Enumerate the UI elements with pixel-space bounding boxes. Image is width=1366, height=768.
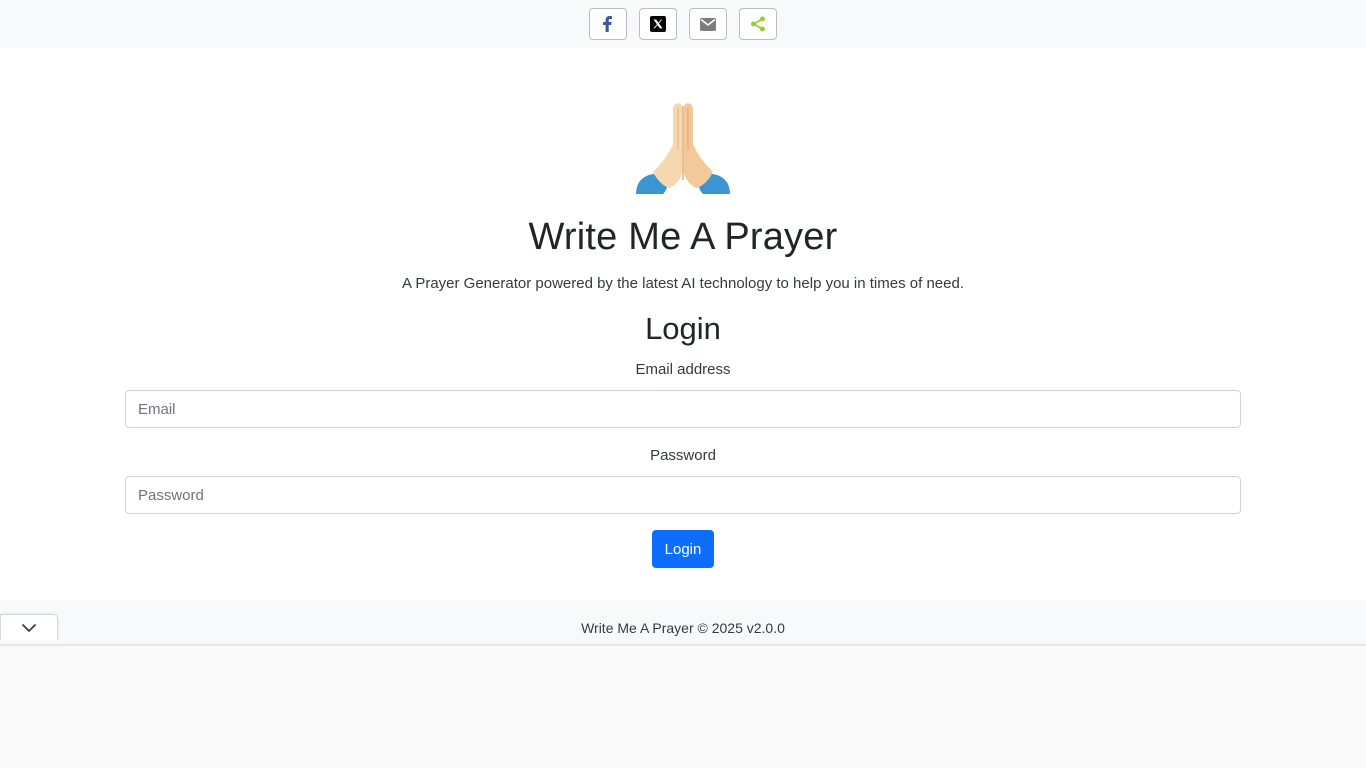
login-heading: Login bbox=[645, 311, 721, 346]
footer-copyright: Write Me A Prayer © 2025 v2.0.0 bbox=[581, 620, 785, 636]
facebook-icon bbox=[603, 16, 612, 32]
x-icon bbox=[650, 16, 666, 32]
email-share-button[interactable] bbox=[689, 8, 727, 40]
generic-share-button[interactable] bbox=[739, 8, 777, 40]
email-icon bbox=[700, 17, 716, 31]
footer: Write Me A Prayer © 2025 v2.0.0 bbox=[0, 600, 1366, 646]
email-input[interactable] bbox=[125, 390, 1241, 428]
share-bar bbox=[0, 0, 1366, 48]
facebook-share-button[interactable] bbox=[589, 8, 627, 40]
login-button[interactable]: Login bbox=[652, 530, 714, 568]
password-input[interactable] bbox=[125, 476, 1241, 514]
page-title: Write Me A Prayer bbox=[528, 216, 838, 258]
main-content: Write Me A Prayer A Prayer Generator pow… bbox=[0, 48, 1366, 600]
x-share-button[interactable] bbox=[639, 8, 677, 40]
share-icon bbox=[751, 16, 765, 32]
email-label: Email address bbox=[635, 361, 731, 378]
password-label: Password bbox=[650, 447, 716, 464]
praying-hands-icon bbox=[636, 103, 730, 194]
tagline: A Prayer Generator powered by the latest… bbox=[401, 275, 964, 292]
page-bottom-area bbox=[0, 646, 1366, 768]
